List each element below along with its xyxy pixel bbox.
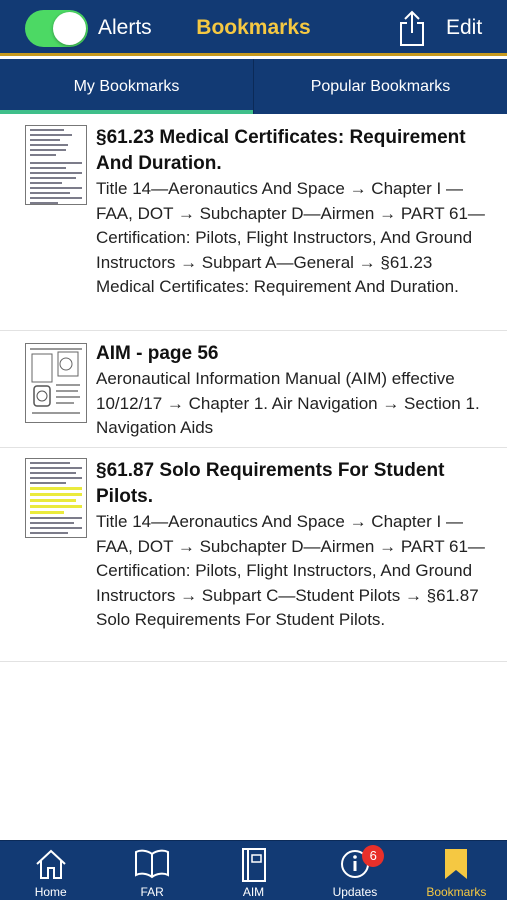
bookmark-path: Aeronautical Information Manual (AIM) ef… bbox=[96, 369, 480, 437]
book-icon bbox=[135, 849, 170, 879]
nav-bar: Alerts Bookmarks Edit bbox=[0, 0, 507, 56]
tab-far[interactable]: FAR bbox=[101, 841, 202, 900]
manual-icon bbox=[241, 848, 266, 882]
edit-button[interactable]: Edit bbox=[446, 16, 482, 40]
share-icon bbox=[400, 10, 424, 46]
tab-label: Bookmarks bbox=[426, 885, 487, 899]
bookmark-tabs: My Bookmarks Popular Bookmarks bbox=[0, 59, 507, 114]
tab-label: Home bbox=[34, 885, 67, 899]
page-thumbnail bbox=[25, 125, 87, 205]
list-item[interactable]: §61.23 Medical Certificates: Requirement… bbox=[0, 114, 507, 331]
bookmark-title: §61.23 Medical Certificates: Requirement… bbox=[96, 127, 466, 174]
bookmark-title: §61.87 Solo Requirements For Student Pil… bbox=[96, 460, 445, 507]
tab-popular-bookmarks[interactable]: Popular Bookmarks bbox=[253, 59, 507, 114]
tab-aim[interactable]: AIM bbox=[203, 841, 304, 900]
updates-badge: 6 bbox=[362, 845, 385, 867]
bookmark-list: §61.23 Medical Certificates: Requirement… bbox=[0, 114, 507, 662]
list-item[interactable]: §61.87 Solo Requirements For Student Pil… bbox=[0, 448, 507, 662]
bookmark-path: Title 14—Aeronautics And Space → Chapter… bbox=[96, 512, 485, 629]
page-thumbnail bbox=[25, 458, 87, 538]
tab-my-bookmarks[interactable]: My Bookmarks bbox=[0, 59, 253, 114]
tab-bookmarks[interactable]: Bookmarks bbox=[406, 841, 507, 900]
tab-label: Updates bbox=[332, 885, 378, 899]
toggle-knob bbox=[53, 12, 86, 45]
tab-home[interactable]: Home bbox=[0, 841, 101, 900]
bottom-tab-bar: Home FAR AIM 6 Updates Bookmarks bbox=[0, 840, 507, 900]
share-button[interactable] bbox=[397, 9, 427, 47]
tab-updates[interactable]: 6 Updates bbox=[304, 841, 405, 900]
list-item[interactable]: AIM - page 56 Aeronautical Information M… bbox=[0, 331, 507, 448]
bookmark-title: AIM - page 56 bbox=[96, 343, 219, 364]
page-thumbnail bbox=[25, 343, 87, 423]
page-title: Bookmarks bbox=[196, 16, 311, 39]
bookmark-path: Title 14—Aeronautics And Space → Chapter… bbox=[96, 179, 485, 296]
tab-label: FAR bbox=[140, 885, 164, 899]
home-icon bbox=[36, 849, 66, 879]
bookmark-icon bbox=[445, 849, 468, 879]
alerts-label: Alerts bbox=[98, 16, 152, 39]
alerts-toggle[interactable] bbox=[25, 10, 88, 47]
tab-label: AIM bbox=[242, 885, 265, 899]
